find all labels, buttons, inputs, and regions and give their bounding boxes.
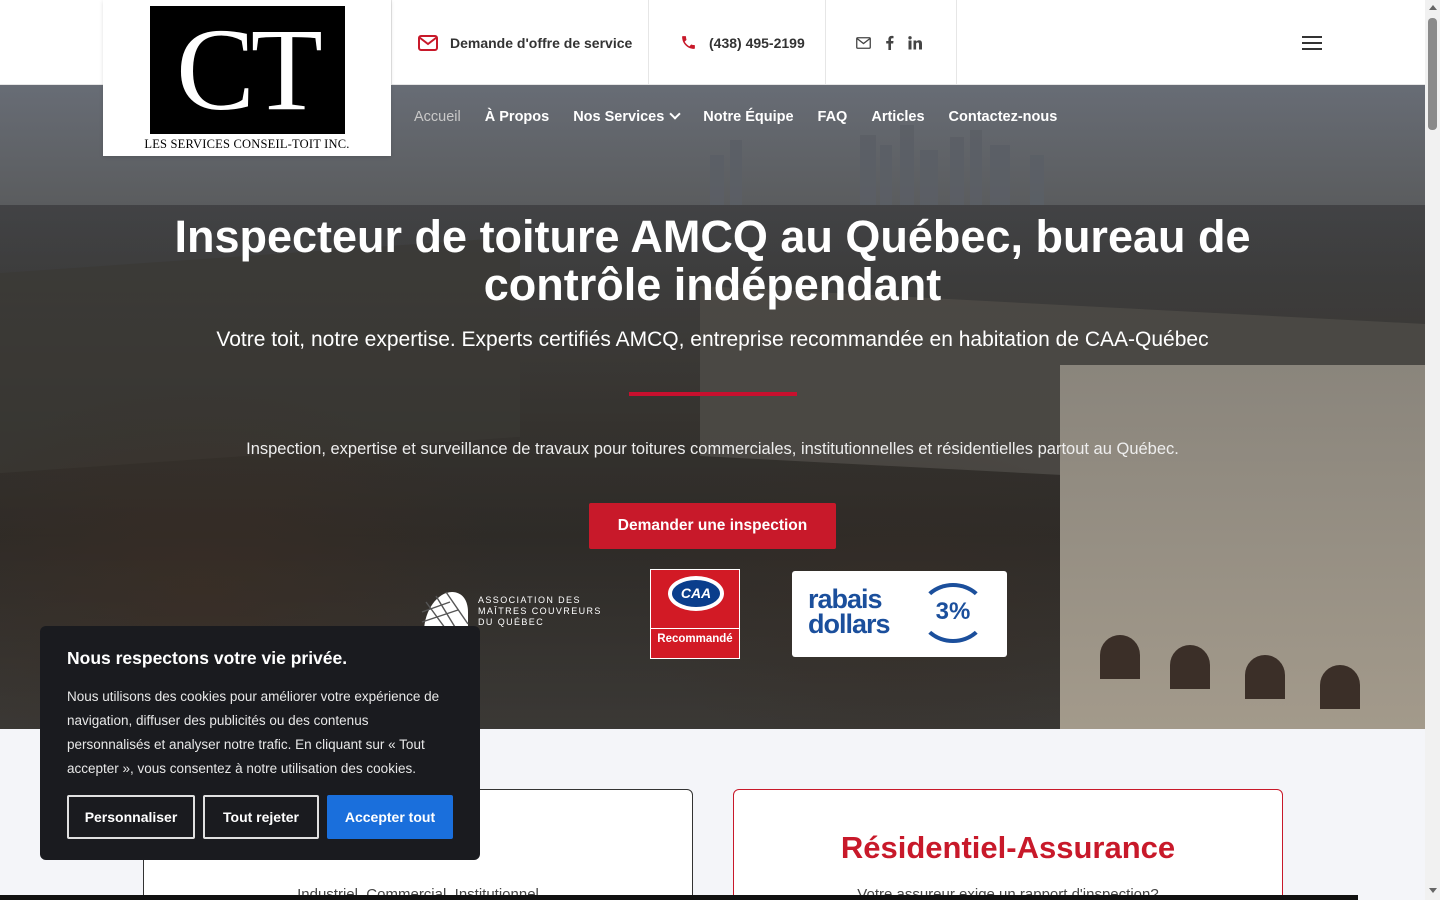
caa-logo-text: CAA [672,580,720,607]
amcq-line-2: MAÎTRES COUVREURS [478,605,602,616]
logo-subtitle: LES SERVICES CONSEIL-TOIT INC. [144,137,350,151]
service-offer-link[interactable]: Demande d'offre de service [391,0,648,85]
bottom-bar [0,895,1358,900]
logo-mark: CT [150,6,345,134]
cookie-banner: Nous respectons votre vie privée. Nous u… [40,626,480,860]
hero-description: Inspection, expertise et surveillance de… [246,440,1179,458]
cookie-actions: Personnaliser Tout rejeter Accepter tout [67,795,453,839]
caa-recommended-label: Recommandé [651,628,739,645]
nav-item-contactez-nous[interactable]: Contactez-nous [949,109,1058,125]
nav-item-accueil[interactable]: Accueil [414,109,461,125]
envelope-icon [418,34,438,51]
social-links [825,0,957,85]
scroll-down-icon[interactable] [1429,888,1437,893]
menu-icon[interactable] [1302,36,1322,50]
nav-item-a-propos[interactable]: À Propos [485,109,549,125]
nav-item-notre-equipe[interactable]: Notre Équipe [703,109,793,125]
nav-item-articles[interactable]: Articles [871,109,924,125]
logo-letters: CT [176,4,323,135]
facebook-icon[interactable] [885,35,894,50]
rabais-dollars-wordmark: rabais dollars [808,586,891,639]
rabais-dollars-badge[interactable]: rabais dollars 3% [792,571,1007,657]
phone-link[interactable]: (438) 495-2199 [648,0,825,85]
page-scrollbar[interactable] [1425,0,1440,900]
hero-divider [629,392,797,396]
nav-item-faq[interactable]: FAQ [818,109,848,125]
hero-subtitle: Votre toit, notre expertise. Experts cer… [216,328,1209,351]
linkedin-icon[interactable] [908,35,922,50]
cookie-title: Nous respectons votre vie privée. [67,648,348,668]
phone-icon [680,34,697,51]
service-offer-label: Demande d'offre de service [450,34,633,51]
rabais-percent: 3% [919,583,987,643]
residential-card[interactable]: Résidentiel-Assurance Votre assureur exi… [733,789,1283,900]
amcq-text: ASSOCIATION DES MAÎTRES COUVREURS DU QUÉ… [478,595,602,628]
caa-logo: CAA [668,576,724,611]
amcq-line-3: DU QUÉBEC [478,616,545,627]
dollars-word: dollars [808,609,891,639]
scroll-up-icon[interactable] [1429,5,1437,10]
accept-all-button[interactable]: Accepter tout [327,795,453,839]
hero-building [1060,365,1425,729]
request-inspection-button[interactable]: Demander une inspection [589,503,836,549]
logo[interactable]: CT LES SERVICES CONSEIL-TOIT INC. [103,0,391,156]
phone-number: (438) 495-2199 [709,34,805,51]
city-skyline [710,125,1044,205]
residential-card-title: Résidentiel-Assurance [840,830,1176,865]
caa-recommended-badge[interactable]: CAA Recommandé [650,569,740,659]
main-nav: Accueil À Propos Nos Services Notre Équi… [414,109,1057,125]
cookie-body: Nous utilisons des cookies pour améliore… [67,689,440,776]
hero-title: Inspecteur de toiture AMCQ au Québec, bu… [174,211,1251,310]
nav-item-nos-services[interactable]: Nos Services [573,109,679,125]
envelope-icon[interactable] [856,36,871,49]
scrollbar-thumb[interactable] [1428,18,1437,130]
customize-button[interactable]: Personnaliser [67,795,195,839]
reject-all-button[interactable]: Tout rejeter [203,795,319,839]
amcq-line-1: ASSOCIATION DES [478,594,581,605]
